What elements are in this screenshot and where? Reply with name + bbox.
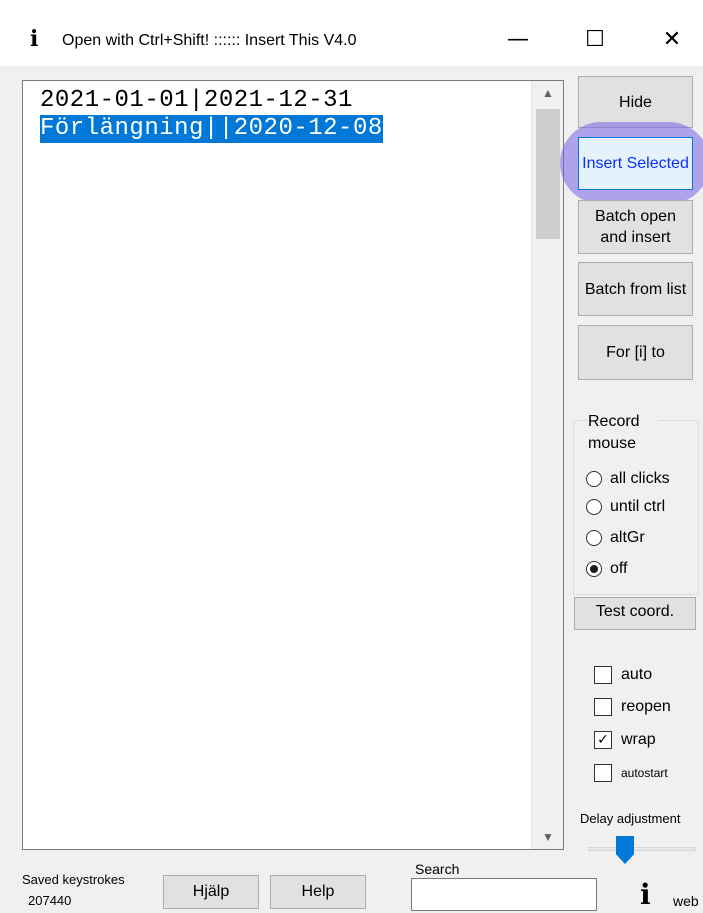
batch-from-list-button[interactable]: Batch from list xyxy=(578,262,693,316)
window-title: Open with Ctrl+Shift! :::::: Insert This… xyxy=(62,32,357,49)
vertical-scrollbar[interactable]: ▲ ▼ xyxy=(531,81,563,849)
for-i-to-button[interactable]: For [i] to xyxy=(578,325,693,380)
saved-keystrokes-label: Saved keystrokes xyxy=(22,872,125,887)
info-i-icon[interactable]: i xyxy=(640,880,672,910)
checkbox[interactable] xyxy=(594,764,612,782)
web-link[interactable]: web xyxy=(673,893,699,909)
scroll-up-arrow-icon[interactable]: ▲ xyxy=(532,81,564,105)
editor-line[interactable]: 2021-01-01|2021-12-31 xyxy=(40,87,353,115)
radio-off[interactable]: off xyxy=(586,556,628,582)
search-input[interactable] xyxy=(411,878,597,911)
hide-button[interactable]: Hide xyxy=(578,76,693,128)
radio-label: altGr xyxy=(610,529,645,546)
checkbox-reopen[interactable]: reopen xyxy=(594,695,671,719)
editor-line-selected[interactable]: Förlängning||2020-12-08 xyxy=(40,115,383,143)
minimize-button[interactable]: — xyxy=(493,20,543,60)
record-mouse-title: Record mouse xyxy=(588,411,658,455)
search-label: Search xyxy=(415,861,460,877)
batch-open-insert-button[interactable]: Batch open and insert xyxy=(578,200,693,254)
radio-altgr[interactable]: altGr xyxy=(586,525,645,551)
checkbox[interactable] xyxy=(594,666,612,684)
saved-keystrokes-value: 207440 xyxy=(28,893,72,908)
delay-adjustment-label: Delay adjustment xyxy=(580,811,681,826)
radio-until-ctrl[interactable]: until ctrl xyxy=(586,494,665,520)
scroll-thumb[interactable] xyxy=(536,109,560,239)
checkmark-icon[interactable]: ✓ xyxy=(594,731,612,749)
help-button[interactable]: Help xyxy=(270,875,366,909)
scroll-down-arrow-icon[interactable]: ▼ xyxy=(532,825,564,849)
checkbox-label: auto xyxy=(621,666,653,683)
hjalp-button[interactable]: Hjälp xyxy=(163,875,259,909)
radio-button[interactable] xyxy=(586,471,602,487)
close-button[interactable]: ✕ xyxy=(647,20,697,60)
radio-all-clicks[interactable]: all clicks xyxy=(586,466,670,492)
insert-selected-button[interactable]: Insert Selected xyxy=(578,137,693,190)
delay-slider-track[interactable] xyxy=(588,847,696,851)
test-coord-button[interactable]: Test coord. xyxy=(574,597,696,630)
text-editor[interactable]: 2021-01-01|2021-12-31 Förlängning||2020-… xyxy=(22,80,564,850)
radio-button[interactable] xyxy=(586,499,602,515)
checkbox-autostart[interactable]: autostart xyxy=(594,761,668,785)
info-i-icon: i xyxy=(30,26,39,52)
checkbox-label: reopen xyxy=(621,698,671,715)
checkbox-wrap[interactable]: ✓ wrap xyxy=(594,728,656,752)
checkbox-auto[interactable]: auto xyxy=(594,663,652,687)
radio-button[interactable] xyxy=(586,530,602,546)
radio-button-selected[interactable] xyxy=(586,561,602,577)
radio-label: off xyxy=(610,560,628,577)
checkbox[interactable] xyxy=(594,698,612,716)
radio-label: until ctrl xyxy=(610,498,666,515)
radio-label: all clicks xyxy=(610,470,670,487)
title-bar: i Open with Ctrl+Shift! :::::: Insert Th… xyxy=(0,0,703,66)
maximize-button[interactable]: ☐ xyxy=(570,20,620,60)
checkbox-label: wrap xyxy=(621,731,656,748)
checkbox-label: autostart xyxy=(621,766,668,780)
